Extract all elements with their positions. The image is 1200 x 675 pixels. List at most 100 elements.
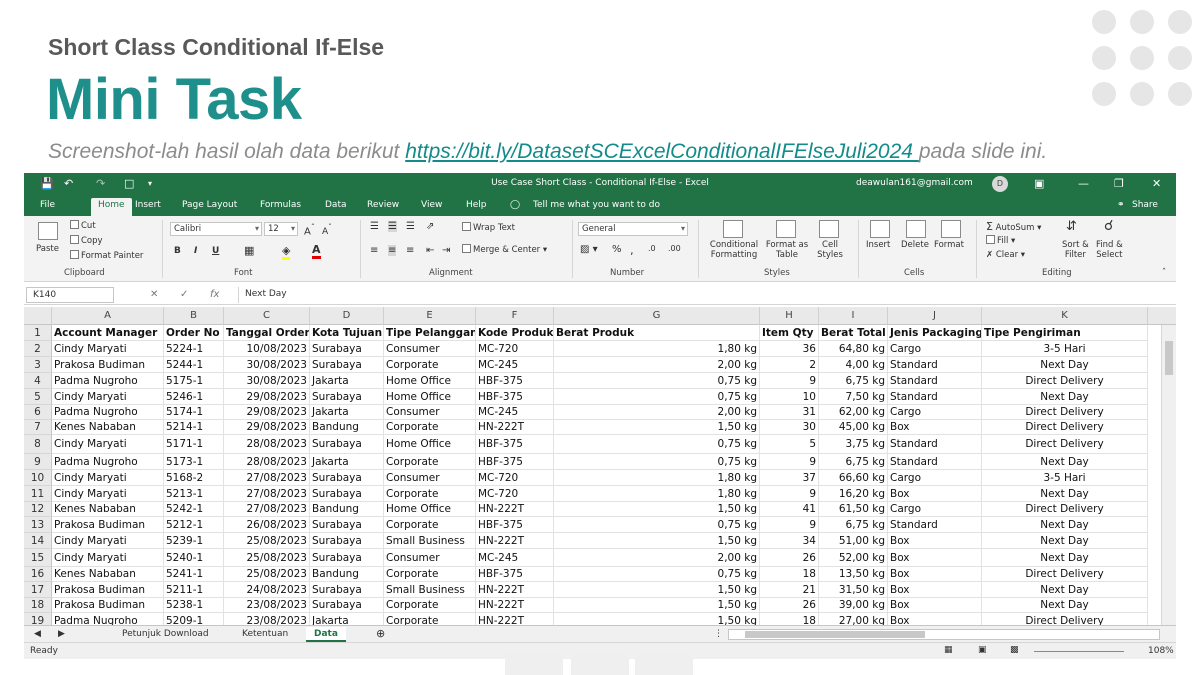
table-cell[interactable]: Direct Delivery	[982, 613, 1148, 625]
table-cell[interactable]: 0,75 kg	[554, 567, 760, 582]
table-cell[interactable]: HBF-375	[476, 389, 554, 405]
table-cell[interactable]: Box	[888, 533, 982, 549]
table-cell[interactable]: 6,75 kg	[819, 454, 888, 470]
column-header-j[interactable]: J	[888, 307, 982, 325]
table-cell[interactable]: HN-222T	[476, 420, 554, 435]
table-cell[interactable]: 26	[760, 549, 819, 567]
row-header[interactable]: 7	[24, 420, 52, 435]
table-cell[interactable]: 5239-1	[164, 533, 224, 549]
conditional-formatting-button[interactable]: Conditional Formatting	[704, 240, 764, 260]
table-cell[interactable]: Surabaya	[310, 357, 384, 373]
table-cell[interactable]: 51,00 kg	[819, 533, 888, 549]
table-cell[interactable]: Surabaya	[310, 470, 384, 486]
table-cell[interactable]: 0,75 kg	[554, 373, 760, 389]
table-cell[interactable]: 10/08/2023	[224, 341, 310, 357]
tell-me-box[interactable]: Tell me what you want to do	[533, 200, 660, 210]
table-cell[interactable]: Direct Delivery	[982, 420, 1148, 435]
table-cell[interactable]: 9	[760, 517, 819, 533]
sheet-tab-ketentuan[interactable]: Ketentuan	[242, 627, 288, 642]
table-cell[interactable]: Corporate	[384, 598, 476, 613]
table-cell[interactable]: Box	[888, 420, 982, 435]
table-cell[interactable]: 5224-1	[164, 341, 224, 357]
page-layout-view-icon[interactable]: ▣	[978, 645, 987, 655]
row-header[interactable]: 2	[24, 341, 52, 357]
table-cell[interactable]: 5174-1	[164, 405, 224, 420]
row-header[interactable]: 13	[24, 517, 52, 533]
table-cell[interactable]: Jakarta	[310, 454, 384, 470]
table-cell[interactable]: Padma Nugroho	[52, 454, 164, 470]
table-cell[interactable]: MC-720	[476, 470, 554, 486]
header-cell[interactable]: Jenis Packaging	[888, 325, 982, 341]
table-cell[interactable]: Padma Nugroho	[52, 613, 164, 625]
copy-button[interactable]: Copy	[70, 235, 103, 246]
find-select-icon[interactable]: ☌	[1104, 218, 1113, 234]
vertical-scrollbar[interactable]	[1161, 325, 1176, 625]
table-cell[interactable]: 1,50 kg	[554, 598, 760, 613]
table-cell[interactable]: HBF-375	[476, 373, 554, 389]
worksheet-grid[interactable]: ABCDEFGHIJK 1 Account Manager Order No Tang…	[24, 307, 1176, 625]
tab-view[interactable]: View	[421, 200, 442, 210]
table-cell[interactable]: Surabaya	[310, 341, 384, 357]
tab-home[interactable]: Home	[91, 198, 132, 216]
table-cell[interactable]: 26/08/2023	[224, 517, 310, 533]
table-cell[interactable]: Corporate	[384, 486, 476, 502]
table-cell[interactable]: Box	[888, 486, 982, 502]
table-cell[interactable]: 9	[760, 454, 819, 470]
table-cell[interactable]: Bandung	[310, 502, 384, 517]
table-cell[interactable]: Cindy Maryati	[52, 341, 164, 357]
increase-decimal-icon[interactable]: .0	[648, 244, 656, 253]
table-cell[interactable]: 0,75 kg	[554, 517, 760, 533]
column-header-a[interactable]: A	[52, 307, 164, 325]
table-cell[interactable]: 18	[760, 613, 819, 625]
find-select-button[interactable]: Find & Select	[1096, 240, 1123, 260]
table-cell[interactable]: 3-5 Hari	[982, 341, 1148, 357]
table-cell[interactable]: Standard	[888, 389, 982, 405]
table-cell[interactable]: Home Office	[384, 502, 476, 517]
delete-cells-icon[interactable]	[906, 220, 926, 238]
table-cell[interactable]: 28/08/2023	[224, 435, 310, 454]
table-cell[interactable]: 30	[760, 420, 819, 435]
increase-indent-icon[interactable]: ⇥	[442, 245, 450, 256]
table-cell[interactable]: Standard	[888, 435, 982, 454]
italic-button[interactable]: I	[194, 246, 197, 256]
table-cell[interactable]: 30/08/2023	[224, 357, 310, 373]
format-cells-icon[interactable]	[941, 220, 961, 238]
close-icon[interactable]: ✕	[1152, 177, 1161, 191]
table-cell[interactable]: 37	[760, 470, 819, 486]
table-cell[interactable]: Consumer	[384, 470, 476, 486]
header-cell[interactable]: Kota Tujuan	[310, 325, 384, 341]
align-right-icon[interactable]: ≡	[406, 245, 414, 256]
decrease-decimal-icon[interactable]: .00	[668, 244, 681, 253]
font-name-select[interactable]: Calibri	[170, 222, 262, 236]
table-cell[interactable]: 31,50 kg	[819, 582, 888, 598]
decrease-indent-icon[interactable]: ⇤	[426, 245, 434, 256]
table-cell[interactable]: 52,00 kg	[819, 549, 888, 567]
table-cell[interactable]: Cargo	[888, 405, 982, 420]
table-cell[interactable]: 13,50 kg	[819, 567, 888, 582]
align-bottom-icon[interactable]: ☰	[406, 221, 415, 232]
row-header[interactable]: 18	[24, 598, 52, 613]
row-header[interactable]: 11	[24, 486, 52, 502]
table-cell[interactable]: Home Office	[384, 435, 476, 454]
header-cell[interactable]: Tipe Pengiriman	[982, 325, 1148, 341]
table-cell[interactable]: Prakosa Budiman	[52, 582, 164, 598]
table-cell[interactable]: Home Office	[384, 373, 476, 389]
zoom-slider[interactable]	[1034, 651, 1124, 652]
table-cell[interactable]: 29/08/2023	[224, 420, 310, 435]
table-cell[interactable]: 1,50 kg	[554, 420, 760, 435]
grow-font-button[interactable]: Aˆ	[304, 222, 315, 237]
table-cell[interactable]: Cargo	[888, 502, 982, 517]
table-cell[interactable]: 27/08/2023	[224, 470, 310, 486]
currency-icon[interactable]: ▨ ▾	[580, 244, 598, 255]
table-cell[interactable]: Standard	[888, 373, 982, 389]
restore-icon[interactable]: ❐	[1114, 177, 1124, 191]
table-cell[interactable]: 34	[760, 533, 819, 549]
table-cell[interactable]: 62,00 kg	[819, 405, 888, 420]
format-as-table-icon[interactable]	[776, 220, 796, 238]
row-header[interactable]: 15	[24, 549, 52, 567]
cell-styles-icon[interactable]	[819, 220, 839, 238]
table-cell[interactable]: 26	[760, 598, 819, 613]
table-cell[interactable]: 6,75 kg	[819, 517, 888, 533]
table-cell[interactable]: 5242-1	[164, 502, 224, 517]
table-cell[interactable]: HN-222T	[476, 582, 554, 598]
